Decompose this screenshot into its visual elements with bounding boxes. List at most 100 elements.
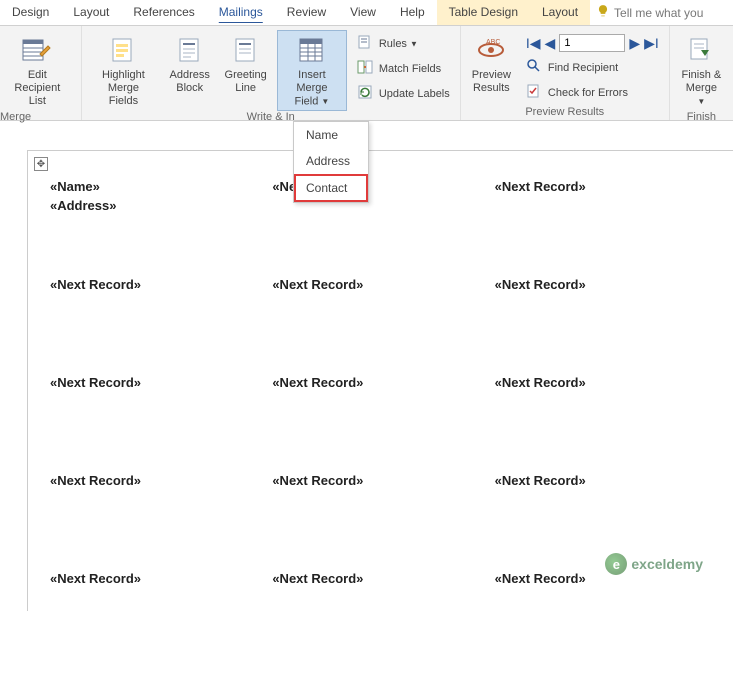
label-cell[interactable]: «Next Record»	[272, 277, 494, 375]
rules-label: Rules ▼	[379, 38, 418, 50]
tab-help[interactable]: Help	[388, 0, 437, 25]
merge-field-next-record: «Next Record»	[50, 375, 272, 390]
tab-design[interactable]: Design	[0, 0, 61, 25]
find-recipient-label: Find Recipient	[548, 62, 618, 74]
group-finish: Finish & Merge ▼ Finish	[670, 26, 733, 120]
merge-field-next-record: «Next Record»	[272, 375, 494, 390]
merge-field-next-record: «Next Record»	[50, 571, 272, 586]
tab-references[interactable]: References	[121, 0, 206, 25]
finish-merge-label: Finish & Merge ▼	[681, 69, 722, 108]
greeting-line-icon	[234, 33, 258, 67]
lightbulb-icon	[596, 4, 610, 21]
label-cell[interactable]: «Next Record»	[495, 179, 717, 277]
label-cell[interactable]: «Next Record»	[50, 277, 272, 375]
tab-mailings[interactable]: Mailings	[207, 0, 275, 25]
address-block-icon	[178, 33, 202, 67]
insert-merge-field-dropdown: Name Address Contact	[293, 121, 369, 203]
preview-results-label: Preview Results	[472, 69, 511, 95]
edit-recipient-list-button[interactable]: Edit Recipient List	[0, 30, 75, 111]
label-cell[interactable]: «Next Record»	[50, 571, 272, 669]
preview-icon: ABC	[475, 33, 507, 67]
match-fields-button[interactable]: Match Fields	[355, 57, 452, 80]
find-recipient-button[interactable]: Find Recipient	[524, 56, 661, 79]
last-record-button[interactable]: ▶I	[644, 35, 659, 52]
edit-recipient-list-label: Edit Recipient List	[5, 69, 70, 108]
update-labels-icon	[357, 84, 373, 103]
label-cell[interactable]: «Next Record»	[495, 473, 717, 571]
label-cell[interactable]: «Next Record»	[495, 375, 717, 473]
first-record-button[interactable]: I◀	[526, 35, 541, 52]
update-labels-label: Update Labels	[379, 88, 450, 100]
finish-merge-button[interactable]: Finish & Merge ▼	[676, 30, 727, 111]
dropdown-item-name[interactable]: Name	[294, 122, 368, 148]
label-cell[interactable]: «Next Record»	[50, 473, 272, 571]
insert-merge-field-icon	[298, 33, 326, 67]
highlight-merge-fields-button[interactable]: Highlight Merge Fields	[88, 30, 160, 111]
label-cell[interactable]: «Name» «Address»	[50, 179, 272, 277]
rules-button[interactable]: Rules ▼	[355, 32, 452, 55]
document-area: «Name» «Address» «Next Record» «Next Rec…	[27, 150, 733, 611]
preview-extras: I◀ ◀ ▶ ▶I Find Recipient Check for Error…	[522, 30, 663, 106]
group-write-label: Write & In	[247, 111, 295, 125]
merge-field-address: «Address»	[50, 198, 272, 213]
check-errors-icon	[526, 83, 542, 102]
check-errors-label: Check for Errors	[548, 87, 628, 99]
record-number-input[interactable]	[559, 34, 625, 52]
label-cell[interactable]: «Next Record»	[272, 473, 494, 571]
group-preview-label: Preview Results	[525, 106, 604, 120]
merge-field-next-record: «Next Record»	[495, 375, 717, 390]
tab-view[interactable]: View	[338, 0, 388, 25]
label-cell[interactable]: «Next Record»	[50, 375, 272, 473]
highlight-merge-fields-label: Highlight Merge Fields	[93, 69, 155, 108]
update-labels-button[interactable]: Update Labels	[355, 82, 452, 105]
tell-me-search[interactable]: Tell me what you	[590, 0, 709, 26]
insert-merge-field-button[interactable]: Insert Merge Field ▼	[277, 30, 347, 111]
check-errors-button[interactable]: Check for Errors	[524, 81, 661, 104]
table-move-handle[interactable]	[34, 157, 48, 171]
merge-extras: Rules ▼ Match Fields Update Labels	[353, 30, 454, 107]
preview-results-button[interactable]: ABC Preview Results	[467, 30, 516, 98]
ribbon-tabs: Design Layout References Mailings Review…	[0, 0, 733, 26]
label-cell[interactable]: «Next Record»	[495, 277, 717, 375]
label-grid: «Name» «Address» «Next Record» «Next Rec…	[50, 179, 717, 669]
merge-field-next-record: «Next Record»	[50, 277, 272, 292]
dropdown-item-address[interactable]: Address	[294, 148, 368, 174]
record-navigator: I◀ ◀ ▶ ▶I	[524, 32, 661, 54]
tell-me-label: Tell me what you	[614, 6, 703, 20]
greeting-line-button[interactable]: Greeting Line	[220, 30, 271, 98]
match-fields-label: Match Fields	[379, 63, 441, 75]
chevron-down-icon: ▼	[321, 97, 329, 106]
address-block-button[interactable]: Address Block	[165, 30, 214, 98]
tab-table-design[interactable]: Table Design	[437, 0, 530, 25]
merge-field-next-record: «Next Record»	[495, 473, 717, 488]
label-cell[interactable]: «Next Record»	[495, 571, 717, 669]
dropdown-item-contact[interactable]: Contact	[294, 174, 368, 202]
tab-review[interactable]: Review	[275, 0, 338, 25]
finish-merge-icon	[687, 33, 715, 67]
label-cell[interactable]: «Next Record»	[272, 375, 494, 473]
group-start-merge: Edit Recipient List Merge	[0, 26, 82, 120]
merge-field-next-record: «Next Record»	[495, 571, 717, 586]
merge-field-next-record: «Next Record»	[495, 277, 717, 292]
group-preview-results: ABC Preview Results I◀ ◀ ▶ ▶I Find Recip…	[461, 26, 670, 120]
tab-table-layout[interactable]: Layout	[530, 0, 590, 25]
merge-field-next-record: «Next Record»	[272, 571, 494, 586]
merge-field-next-record: «Next Record»	[495, 179, 717, 194]
next-record-button[interactable]: ▶	[629, 35, 640, 52]
rules-icon	[357, 34, 373, 53]
svg-text:ABC: ABC	[486, 39, 500, 46]
match-fields-icon	[357, 59, 373, 78]
prev-record-button[interactable]: ◀	[545, 35, 556, 52]
merge-field-next-record: «Next Record»	[272, 473, 494, 488]
search-icon	[526, 58, 542, 77]
merge-field-next-record: «Next Record»	[50, 473, 272, 488]
insert-merge-field-label: Insert Merge Field ▼	[282, 69, 342, 108]
label-cell[interactable]: «Next Record»	[272, 571, 494, 669]
group-merge-label: Merge	[0, 111, 31, 125]
group-write-insert: Highlight Merge Fields Address Block Gre…	[82, 26, 461, 120]
tab-layout[interactable]: Layout	[61, 0, 121, 25]
merge-field-next-record: «Next Record»	[272, 277, 494, 292]
merge-field-name: «Name»	[50, 179, 272, 194]
recipient-list-icon	[22, 33, 52, 67]
highlight-icon	[110, 33, 136, 67]
